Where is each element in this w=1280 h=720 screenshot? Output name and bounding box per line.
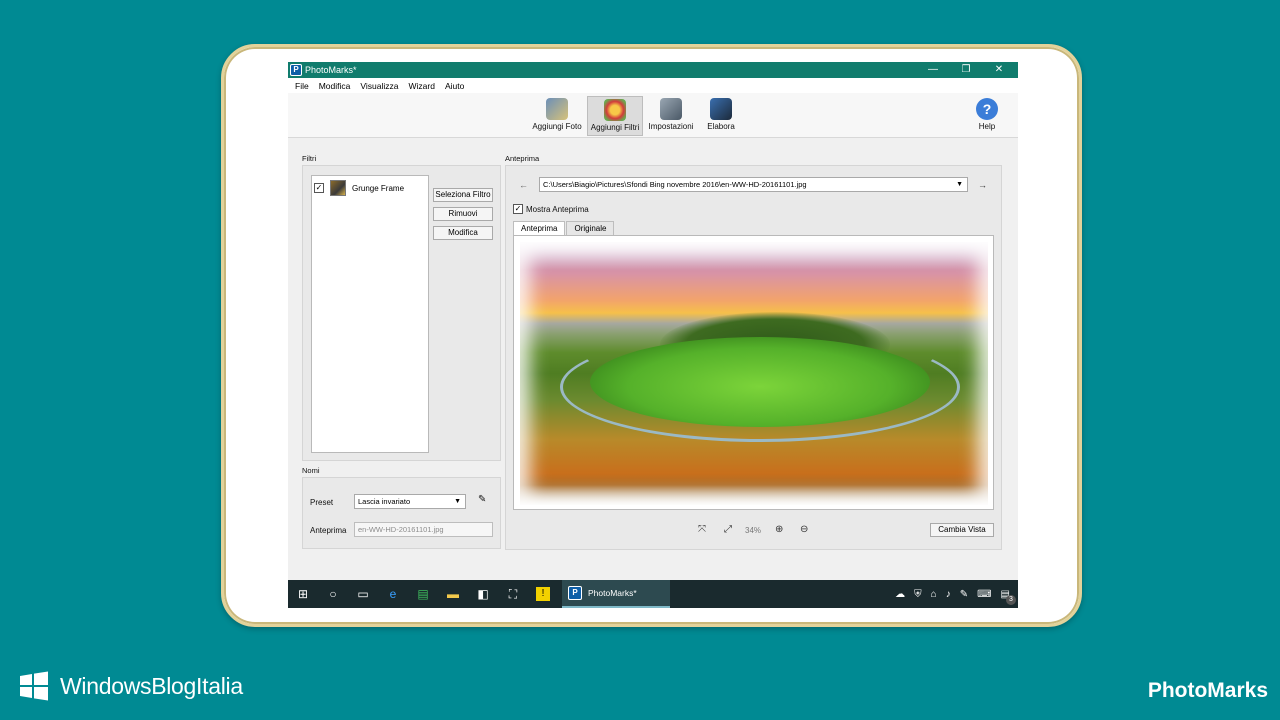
- system-tray: ☁ ⛨ ⌂ ♪ ✎ ⌨ ▤ 3: [886, 580, 1016, 608]
- chevron-down-icon: ▼: [454, 498, 461, 505]
- edge-icon[interactable]: e: [386, 587, 400, 601]
- preview-group-label: Anteprima: [505, 154, 540, 163]
- windowsblogitalia-brand: WindowsBlogItalia: [18, 670, 243, 702]
- preview-image-frame: [513, 235, 994, 510]
- forward-arrow-icon[interactable]: →: [978, 180, 987, 190]
- sticky-app-icon[interactable]: !: [536, 587, 550, 601]
- file-path-value: C:\Users\Biagio\Pictures\Sfondi Bing nov…: [543, 180, 807, 189]
- file-path-select[interactable]: C:\Users\Biagio\Pictures\Sfondi Bing nov…: [539, 177, 968, 192]
- show-preview-label: Mostra Anteprima: [526, 205, 589, 214]
- help-icon: ?: [976, 98, 998, 120]
- names-panel: [302, 477, 501, 549]
- store-bag-icon[interactable]: ⛶: [506, 587, 520, 601]
- pencil-icon[interactable]: ✎: [478, 494, 486, 505]
- settings-button[interactable]: Impostazioni: [646, 96, 696, 136]
- office-icon[interactable]: ◧: [476, 587, 490, 601]
- preset-value: Lascia invariato: [358, 497, 411, 506]
- chevron-down-icon: ▼: [956, 181, 963, 188]
- onedrive-icon[interactable]: ☁: [895, 589, 905, 600]
- add-filters-button[interactable]: Aggiungi Filtri: [587, 96, 643, 136]
- names-group-label: Nomi: [302, 466, 320, 475]
- photo-icon: [546, 98, 568, 120]
- brand-right-text: PhotoMarks: [1147, 679, 1268, 702]
- back-arrow-icon[interactable]: ←: [519, 180, 528, 190]
- change-view-button[interactable]: Cambia Vista: [930, 523, 994, 537]
- tab-anteprima[interactable]: Anteprima: [513, 221, 566, 236]
- toolbar: Aggiungi Foto Aggiungi Filtri Impostazio…: [288, 93, 1018, 138]
- fit-window-icon[interactable]: ⤧: [698, 524, 706, 535]
- network-icon[interactable]: ⌂: [931, 589, 937, 600]
- main-content: Filtri ✓ Grunge Frame Seleziona Filtro R…: [288, 138, 1018, 580]
- names-preview-label: Anteprima: [310, 526, 347, 535]
- grunge2: [520, 242, 988, 270]
- pen-icon[interactable]: ✎: [960, 589, 968, 600]
- process-label: Elabora: [707, 122, 735, 131]
- taskbar-app-label: PhotoMarks*: [588, 588, 637, 598]
- defender-icon[interactable]: ⛨: [914, 589, 922, 600]
- filter-icon: [604, 99, 626, 121]
- preview-tabs: Anteprima Originale: [513, 221, 615, 236]
- photomarks-app-icon: P: [568, 586, 582, 600]
- window-title: PhotoMarks*: [305, 65, 357, 75]
- minimize-button[interactable]: —: [918, 62, 948, 78]
- store-app-icon[interactable]: ▤: [416, 587, 430, 601]
- notifications-icon[interactable]: ▤ 3: [1001, 589, 1016, 605]
- show-preview-checkbox[interactable]: ✓: [513, 204, 523, 214]
- add-photo-button[interactable]: Aggiungi Foto: [531, 96, 583, 136]
- menu-bar: File Modifica Visualizza Wizard Aiuto: [288, 78, 1018, 93]
- taskbar: ⊞ ○ ▭ e ▤ ▬ ◧ ⛶ ! P PhotoMarks* ☁ ⛨ ⌂ ♪ …: [288, 580, 1018, 608]
- windows-logo-icon: [20, 671, 48, 701]
- list-item[interactable]: ✓ Grunge Frame: [314, 180, 404, 196]
- keyboard-icon[interactable]: ⌨: [977, 589, 991, 600]
- settings-label: Impostazioni: [648, 122, 694, 131]
- windows-start-icon[interactable]: ⊞: [296, 587, 310, 601]
- brand-left-text: WindowsBlogItalia: [60, 672, 243, 699]
- taskbar-photomarks-app[interactable]: P PhotoMarks*: [562, 580, 670, 608]
- menu-modifica[interactable]: Modifica: [319, 81, 351, 91]
- add-photo-label: Aggiungi Foto: [532, 122, 582, 131]
- grunge-frame-thumbnail-icon: [330, 180, 346, 196]
- process-icon: [710, 98, 732, 120]
- process-button[interactable]: Elabora: [701, 96, 741, 136]
- names-preview-field: en-WW-HD-20161101.jpg: [354, 522, 493, 537]
- filter-name: Grunge Frame: [352, 183, 405, 193]
- help-label: Help: [978, 122, 996, 131]
- close-button[interactable]: ✕: [984, 62, 1014, 78]
- zoom-level: 34%: [745, 526, 762, 535]
- grunge3: [520, 485, 988, 505]
- file-explorer-icon[interactable]: ▬: [446, 587, 460, 601]
- menu-wizard[interactable]: Wizard: [408, 81, 434, 91]
- cortana-icon[interactable]: ○: [326, 587, 340, 601]
- filters-group-label: Filtri: [302, 154, 317, 163]
- grunge: [520, 242, 988, 505]
- task-view-icon[interactable]: ▭: [356, 587, 370, 601]
- edit-button[interactable]: Modifica: [433, 226, 493, 240]
- menu-file[interactable]: File: [295, 81, 309, 91]
- zoom-out-icon[interactable]: ⊖: [800, 524, 808, 535]
- help-button[interactable]: ? Help: [972, 96, 1002, 136]
- photomarks-app-icon: P: [290, 64, 302, 76]
- select-filter-button[interactable]: Seleziona Filtro: [433, 188, 493, 202]
- restore-button[interactable]: ❐: [951, 62, 981, 78]
- filter-checkbox[interactable]: ✓: [314, 183, 324, 193]
- actual-size-icon[interactable]: ⤢: [724, 524, 732, 535]
- preset-select[interactable]: Lascia invariato ▼: [354, 494, 466, 509]
- camera-settings-icon: [660, 98, 682, 120]
- volume-icon[interactable]: ♪: [946, 589, 951, 600]
- preset-label: Preset: [310, 498, 334, 507]
- add-filters-label: Aggiungi Filtri: [590, 123, 640, 132]
- menu-aiuto[interactable]: Aiuto: [445, 81, 464, 91]
- filter-list[interactable]: ✓ Grunge Frame: [311, 175, 429, 453]
- tab-originale[interactable]: Originale: [566, 221, 615, 236]
- remove-button[interactable]: Rimuovi: [433, 207, 493, 221]
- screen: P PhotoMarks* — ❐ ✕ File Modifica Visual…: [288, 62, 1018, 608]
- title-bar: P PhotoMarks* — ❐ ✕: [288, 62, 1018, 78]
- notifications-badge: 3: [1006, 594, 1016, 605]
- zoom-in-icon[interactable]: ⊕: [775, 524, 783, 535]
- menu-visualizza[interactable]: Visualizza: [360, 81, 398, 91]
- preview-image: [520, 242, 988, 505]
